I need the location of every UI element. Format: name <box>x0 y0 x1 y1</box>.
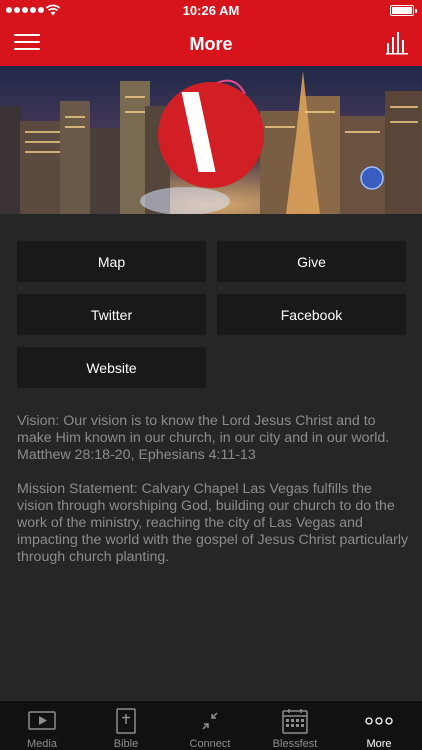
tab-bible-label: Bible <box>113 738 139 750</box>
vision-text: Vision: Our vision is to know the Lord J… <box>17 413 390 463</box>
more-dots-icon <box>365 717 393 725</box>
tab-more[interactable]: More <box>337 701 421 750</box>
website-button[interactable]: Website <box>17 347 206 388</box>
battery-icon <box>390 5 417 16</box>
tab-more-label: More <box>366 738 392 750</box>
give-button[interactable]: Give <box>217 241 406 282</box>
tab-blessfest-label: Blessfest <box>272 738 318 750</box>
calendar-icon <box>282 709 308 734</box>
tab-media-label: Media <box>27 738 57 750</box>
tab-connect-label: Connect <box>189 738 231 750</box>
twitter-button[interactable]: Twitter <box>17 294 206 335</box>
city-skyline-image <box>0 66 422 214</box>
connect-arrows-icon <box>202 712 218 730</box>
bar-chart-icon[interactable] <box>386 31 408 55</box>
header-bar: 10:26 AM More <box>0 0 422 66</box>
tab-media[interactable]: Media <box>0 701 84 750</box>
bible-book-icon <box>116 708 136 734</box>
page-title: More <box>189 34 233 54</box>
tab-blessfest[interactable]: Blessfest <box>253 701 337 750</box>
navigation-bar: More <box>0 22 422 66</box>
hero-banner <box>0 66 422 214</box>
play-video-icon <box>28 711 56 730</box>
mission-statement-text: Mission Statement: Calvary Chapel Las Ve… <box>17 481 409 565</box>
tab-bar: Media Bible Connect Blessfest More <box>0 700 422 750</box>
map-button[interactable]: Map <box>17 241 206 282</box>
status-time: 10:26 AM <box>182 3 240 18</box>
tab-bible[interactable]: Bible <box>84 701 168 750</box>
status-bar: 10:26 AM <box>0 0 422 22</box>
facebook-button[interactable]: Facebook <box>217 294 406 335</box>
red-circle-logo <box>158 82 264 188</box>
tab-connect[interactable]: Connect <box>168 701 252 750</box>
